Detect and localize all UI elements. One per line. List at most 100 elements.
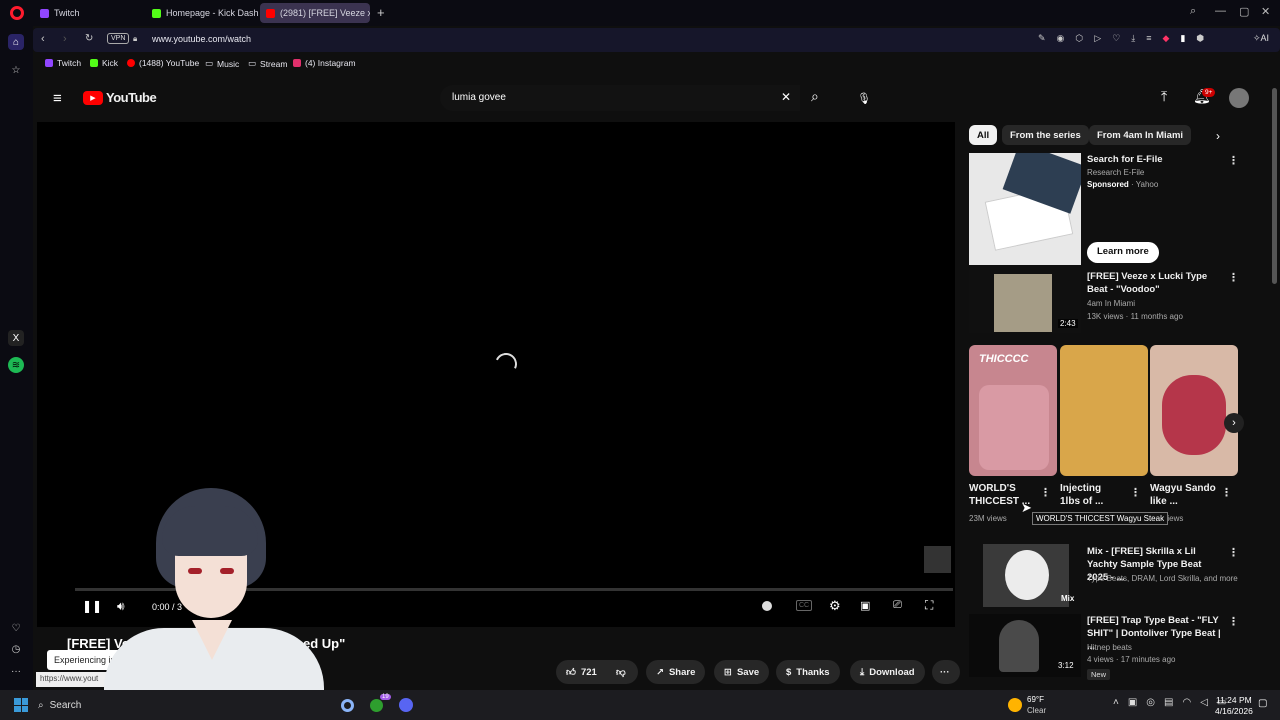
rec-menu-icon[interactable]: ⋮ [1228, 615, 1239, 628]
star-icon[interactable]: ☆ [8, 62, 24, 78]
weather-icon[interactable] [1008, 698, 1022, 712]
wifi-icon[interactable]: ◠ [1182, 697, 1191, 708]
new-tab-button[interactable]: + [377, 5, 385, 20]
thanks-button[interactable]: $ Thanks [776, 660, 840, 684]
upload-icon[interactable]: ⤒ [1161, 88, 1167, 105]
rec-title[interactable]: [FREE] Veeze x Lucki Type Beat - "Voodoo… [1087, 270, 1222, 296]
short-title[interactable]: Wagyu Sando like ... [1150, 482, 1216, 508]
bookmark-youtube[interactable]: (1488) YouTube [127, 58, 199, 68]
chip-from-4am[interactable]: From 4am In Miami [1089, 125, 1192, 145]
settings-gear-icon[interactable]: ⚙ [829, 598, 841, 614]
hamburger-menu-icon[interactable]: ≡ [53, 90, 62, 107]
download-icon[interactable]: ⤓ [1131, 33, 1135, 44]
rec-menu-icon[interactable]: ⋮ [1228, 271, 1239, 284]
url-field[interactable]: www.youtube.com/watch [152, 34, 251, 44]
minimize-button[interactable]: — [1215, 5, 1226, 17]
forward-icon[interactable]: › [63, 33, 67, 45]
search-tabs-icon[interactable]: ⌕ [1190, 5, 1196, 18]
more-actions-button[interactable]: ··· [932, 660, 960, 684]
chevron-up-icon[interactable]: ˄ [1113, 697, 1119, 708]
tab-youtube[interactable]: (2981) [FREE] Veeze x Luci [260, 3, 370, 23]
download-button[interactable]: ⤓ Download [850, 660, 925, 684]
tray-app-icon[interactable]: ▣ [1128, 697, 1137, 708]
more-icon[interactable]: ··· [8, 663, 24, 679]
history-icon[interactable]: ◷ [8, 641, 24, 657]
volume-icon[interactable]: ◁ [1200, 697, 1208, 708]
short-thumbnail[interactable] [1060, 345, 1148, 476]
search-input[interactable]: lumia govee [452, 92, 506, 103]
chip-from-series[interactable]: From the series [1002, 125, 1089, 145]
chip-all[interactable]: All [969, 125, 998, 145]
tab-twitch[interactable]: Twitch [34, 3, 142, 23]
maximize-button[interactable]: ▢ [1239, 5, 1249, 18]
save-button[interactable]: ⊞ Save [714, 660, 770, 684]
bookmark-music[interactable]: ▭ Music [205, 58, 239, 69]
vpn-badge[interactable]: VPN [107, 33, 130, 44]
rec-menu-icon[interactable]: ⋮ [1228, 546, 1239, 559]
home-icon[interactable]: ⌂ [8, 34, 24, 50]
camera-icon[interactable]: ◉ [1057, 33, 1065, 44]
short-menu-icon[interactable]: ⋮ [1130, 486, 1141, 499]
captions-icon[interactable]: CC [796, 600, 813, 611]
like-button[interactable]: 👍︎ 721 [556, 660, 608, 684]
short-menu-icon[interactable]: ⋮ [1221, 486, 1232, 499]
tray-app-icon[interactable]: ◎ [1146, 697, 1155, 708]
shorts-next-icon[interactable]: › [1224, 413, 1244, 433]
close-window-button[interactable]: ✕ [1261, 5, 1270, 18]
opera-logo-icon[interactable] [10, 6, 24, 20]
bookmark-kick[interactable]: Kick [90, 58, 118, 68]
wallet-icon[interactable]: ▮ [1180, 33, 1185, 44]
chips-next-icon[interactable]: › [1216, 129, 1220, 143]
extension-icon[interactable]: ◆ [1163, 33, 1170, 44]
page-scrollbar[interactable] [1272, 88, 1277, 284]
chrome-like-app-icon[interactable] [341, 699, 354, 712]
tray-app-icon[interactable]: ▤ [1164, 697, 1173, 708]
edit-icon[interactable]: ✎ [1038, 33, 1046, 44]
dislike-button[interactable]: 👎︎ [608, 660, 638, 684]
voice-search-icon[interactable]: 🎙︎ [851, 86, 877, 110]
rec-channel[interactable]: Hitnep beats [1087, 642, 1132, 654]
bookmark-instagram[interactable]: (4) Instagram [293, 58, 356, 68]
heart-icon[interactable]: ♡ [8, 620, 24, 636]
spotify-icon[interactable]: ≋ [8, 357, 24, 373]
youtube-logo[interactable]: ▶ YouTube [83, 90, 157, 105]
short-title[interactable]: Injecting 1lbs of ... [1060, 482, 1122, 508]
xbox-app-icon[interactable] [370, 699, 383, 712]
account-avatar[interactable] [1229, 88, 1249, 108]
taskbar-search[interactable]: ⌕ Search [38, 695, 81, 715]
rec-thumbnail[interactable] [983, 544, 1069, 607]
back-icon[interactable]: ‹ [41, 33, 45, 45]
autoplay-toggle-icon[interactable] [762, 601, 772, 611]
bookmark-stream[interactable]: ▭ Stream [248, 58, 287, 69]
ad-title[interactable]: Search for E-File [1087, 153, 1163, 166]
taskbar-time[interactable]: 11:24 PM [1216, 695, 1252, 705]
rec-channel[interactable]: Type Beats, DRAM, Lord Skrilla, and more [1087, 573, 1238, 585]
rec-channel[interactable]: 4am In Miami [1087, 298, 1135, 310]
cube-icon[interactable]: ⬢ [1196, 33, 1204, 44]
notifications-icon[interactable]: ▢ [1258, 698, 1267, 709]
discord-app-icon[interactable] [399, 698, 413, 712]
short-menu-icon[interactable]: ⋮ [1040, 486, 1051, 499]
ad-menu-icon[interactable]: ⋮ [1228, 154, 1239, 167]
heart-icon[interactable]: ♡ [1112, 33, 1120, 44]
short-thumbnail[interactable] [1150, 345, 1238, 476]
ai-button[interactable]: ✧AI [1253, 33, 1269, 44]
channel-watermark[interactable] [924, 546, 951, 573]
ad-learn-more-button[interactable]: Learn more [1087, 242, 1159, 263]
bookmark-twitch[interactable]: Twitch [45, 58, 81, 68]
search-button-icon[interactable]: ⌕ [811, 88, 819, 105]
play-icon[interactable]: ▷ [1094, 33, 1101, 44]
tab-kick[interactable]: Homepage - Kick Dashbo [146, 3, 258, 23]
share-button[interactable]: ↗ Share [646, 660, 706, 684]
reload-icon[interactable]: ↻ [85, 33, 93, 44]
windows-start-icon[interactable] [14, 698, 28, 712]
shield-icon[interactable]: ⬡ [1075, 33, 1083, 44]
x-twitter-icon[interactable]: X [8, 330, 24, 346]
fullscreen-icon[interactable]: ⛶ [925, 598, 933, 613]
menu-icon[interactable]: ≡ [1146, 33, 1151, 44]
miniplayer-icon[interactable]: ▣ [860, 599, 870, 612]
ad-thumbnail[interactable] [969, 153, 1081, 265]
taskbar-date[interactable]: 4/16/2026 [1215, 706, 1253, 716]
short-thumbnail[interactable]: THICCCC [969, 345, 1057, 476]
cast-icon[interactable]: ⎚ [893, 599, 902, 612]
